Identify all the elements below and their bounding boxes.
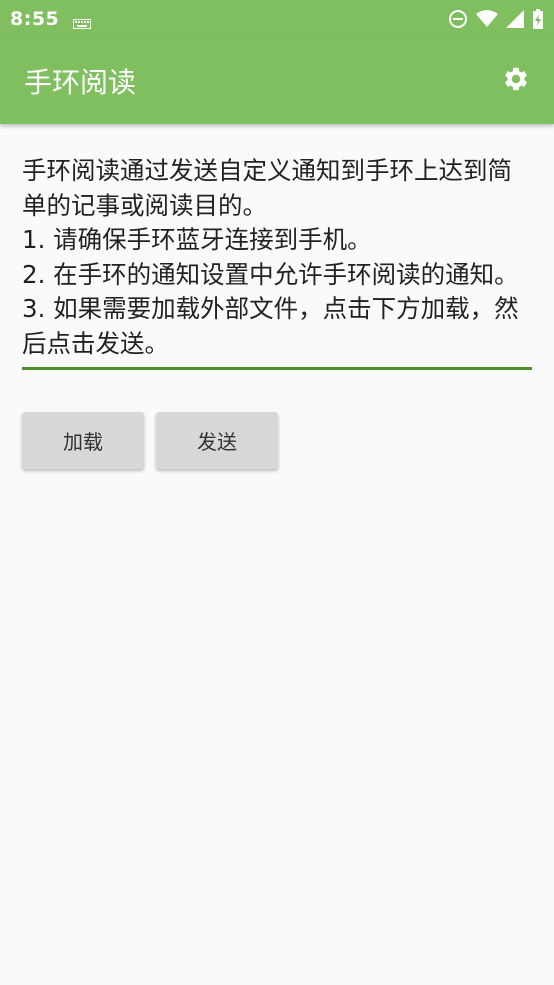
instructions-text[interactable]: 手环阅读通过发送自定义通知到手环上达到简单的记事或阅读目的。 1. 请确保手环蓝… <box>22 154 532 365</box>
note-editor[interactable]: 手环阅读通过发送自定义通知到手环上达到简单的记事或阅读目的。 1. 请确保手环蓝… <box>22 154 532 370</box>
status-icons <box>448 9 544 29</box>
app-title: 手环阅读 <box>24 66 137 99</box>
input-underline <box>22 367 532 370</box>
status-time: 8:55 <box>10 8 60 30</box>
app-bar: 手环阅读 <box>0 38 554 124</box>
battery-icon <box>532 9 544 29</box>
signal-icon <box>506 10 524 28</box>
load-button[interactable]: 加载 <box>22 412 144 469</box>
send-button[interactable]: 发送 <box>156 412 278 469</box>
settings-button[interactable] <box>494 59 538 103</box>
wifi-icon <box>476 10 498 28</box>
gear-icon <box>502 65 530 97</box>
action-buttons: 加载 发送 <box>22 412 278 469</box>
status-bar: 8:55 <box>0 0 554 38</box>
keyboard-icon <box>73 14 92 29</box>
do-not-disturb-icon <box>448 9 468 29</box>
